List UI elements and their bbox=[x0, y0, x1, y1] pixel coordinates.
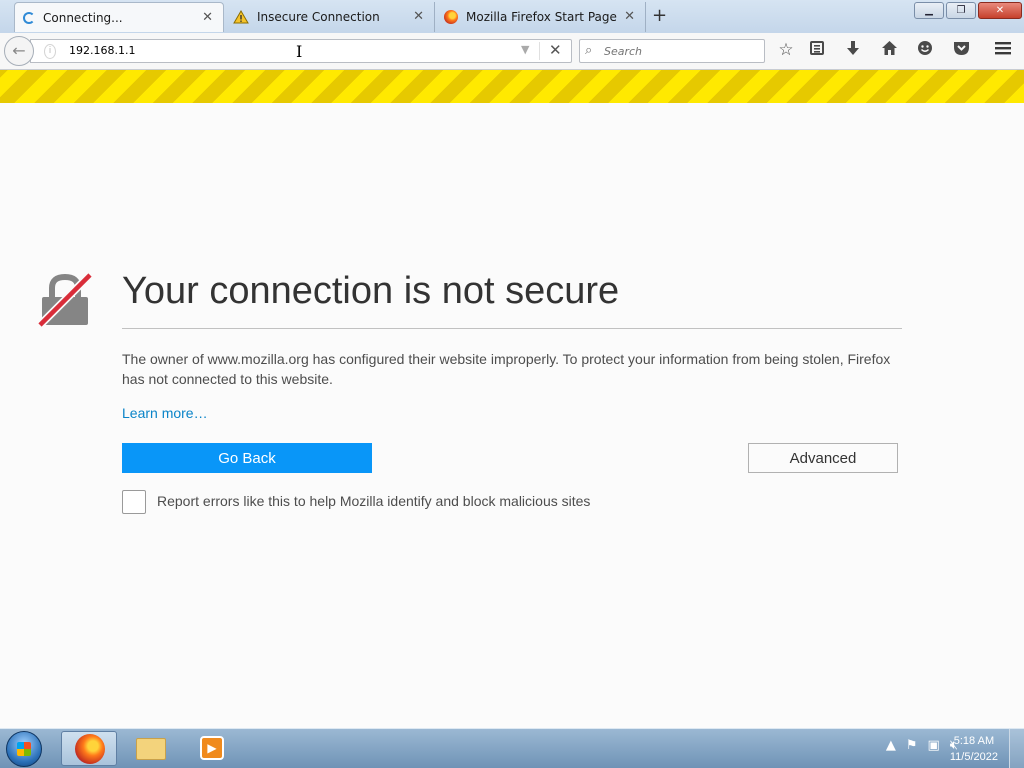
text-cursor-icon: I bbox=[296, 42, 303, 61]
folder-icon bbox=[136, 738, 166, 760]
pocket-icon[interactable] bbox=[950, 40, 972, 61]
hello-icon[interactable] bbox=[914, 40, 936, 61]
error-page: Your connection is not secure The owner … bbox=[0, 103, 1024, 728]
minimize-button[interactable]: ▁ bbox=[914, 2, 944, 19]
page-title: Your connection is not secure bbox=[122, 270, 620, 312]
window-controls: ▁ ❐ ✕ bbox=[914, 2, 1022, 19]
search-icon[interactable]: ⌕ bbox=[585, 43, 592, 58]
insecure-warning-stripe bbox=[0, 70, 1024, 103]
taskbar-clock[interactable]: 5:18 AM 11/5/2022 bbox=[950, 733, 998, 765]
show-hidden-icons-icon[interactable]: ▲ bbox=[886, 738, 896, 753]
clock-date: 11/5/2022 bbox=[949, 751, 998, 763]
tab-close-icon[interactable]: ✕ bbox=[624, 9, 635, 24]
tab-label: Mozilla Firefox Start Page bbox=[466, 10, 617, 24]
broken-lock-icon bbox=[38, 273, 92, 327]
error-description: The owner of www.mozilla.org has configu… bbox=[122, 351, 891, 387]
warning-icon bbox=[233, 10, 249, 24]
network-icon[interactable]: ▣ bbox=[928, 738, 940, 753]
stop-loading-button[interactable]: ✕ bbox=[549, 41, 562, 59]
tab-close-icon[interactable]: ✕ bbox=[202, 10, 213, 25]
new-tab-button[interactable]: + bbox=[652, 5, 667, 26]
report-errors-checkbox[interactable] bbox=[122, 490, 146, 514]
close-window-button[interactable]: ✕ bbox=[978, 2, 1022, 19]
go-back-button[interactable]: Go Back bbox=[122, 443, 372, 473]
clock-time: 5:18 AM bbox=[953, 735, 995, 747]
history-dropdown-icon[interactable]: ▼ bbox=[521, 43, 529, 56]
site-info-icon[interactable]: i bbox=[44, 44, 56, 59]
navigation-toolbar: i 192.168.1.1 I ▼ ✕ ← ⌕ ☆ bbox=[0, 33, 1024, 70]
taskbar: ▶ ▲ ⚑ ▣ 🔇︎ 5:18 AM 11/5/2022 bbox=[0, 728, 1024, 768]
media-player-icon: ▶ bbox=[200, 736, 224, 760]
show-desktop-button[interactable] bbox=[1009, 729, 1024, 768]
firefox-icon bbox=[75, 734, 105, 764]
tab-strip: Connecting... ✕ Insecure Connection ✕ Mo… bbox=[0, 0, 1024, 33]
reading-list-icon[interactable] bbox=[806, 40, 828, 61]
taskbar-windows-explorer[interactable] bbox=[123, 731, 179, 766]
bookmark-star-icon[interactable]: ☆ bbox=[775, 40, 797, 60]
report-errors-label[interactable]: Report errors like this to help Mozilla … bbox=[157, 493, 590, 509]
start-button[interactable] bbox=[6, 731, 42, 767]
url-separator bbox=[539, 42, 540, 60]
tab-label: Connecting... bbox=[43, 10, 123, 25]
learn-more-link[interactable]: Learn more… bbox=[122, 405, 208, 421]
maximize-button[interactable]: ❐ bbox=[946, 2, 976, 19]
url-bar[interactable]: i 192.168.1.1 I ▼ ✕ bbox=[30, 39, 572, 63]
search-input[interactable] bbox=[604, 43, 754, 59]
menu-icon[interactable] bbox=[992, 40, 1014, 61]
tab-connecting[interactable]: Connecting... ✕ bbox=[14, 2, 224, 32]
action-center-flag-icon[interactable]: ⚑ bbox=[906, 738, 918, 753]
taskbar-media-player[interactable]: ▶ bbox=[185, 731, 241, 766]
loading-spinner-icon bbox=[23, 11, 35, 24]
tab-insecure-connection[interactable]: Insecure Connection ✕ bbox=[225, 2, 435, 32]
title-divider bbox=[122, 328, 902, 329]
search-bar[interactable]: ⌕ bbox=[579, 39, 765, 63]
home-icon[interactable] bbox=[878, 40, 900, 61]
back-button[interactable]: ← bbox=[4, 36, 34, 66]
tab-firefox-start-page[interactable]: Mozilla Firefox Start Page ✕ bbox=[436, 2, 646, 32]
advanced-button[interactable]: Advanced bbox=[748, 443, 898, 473]
taskbar-firefox[interactable] bbox=[61, 731, 117, 766]
tab-close-icon[interactable]: ✕ bbox=[413, 9, 424, 24]
url-text[interactable]: 192.168.1.1 bbox=[69, 44, 135, 57]
tab-label: Insecure Connection bbox=[257, 10, 380, 24]
download-icon[interactable] bbox=[842, 40, 864, 61]
back-arrow-icon: ← bbox=[12, 41, 26, 60]
system-tray: ▲ ⚑ ▣ 🔇︎ bbox=[886, 738, 958, 753]
firefox-icon bbox=[444, 10, 458, 24]
